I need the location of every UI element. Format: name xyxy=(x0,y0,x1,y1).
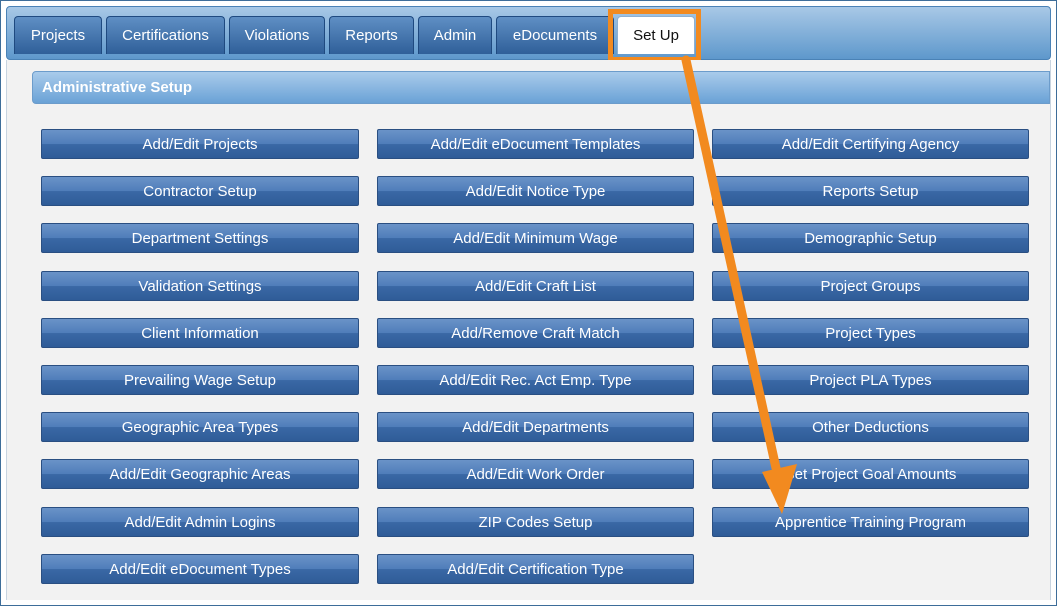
setup-tab-highlight-box xyxy=(608,9,701,62)
demographic-setup-button[interactable]: Demographic Setup xyxy=(712,223,1029,253)
tab-certifications[interactable]: Certifications xyxy=(106,16,225,54)
other-deductions-button[interactable]: Other Deductions xyxy=(712,412,1029,442)
tab-admin[interactable]: Admin xyxy=(418,16,492,54)
tab-violations[interactable]: Violations xyxy=(229,16,325,54)
section-header: Administrative Setup xyxy=(32,71,1050,104)
add-remove-craft-match-button[interactable]: Add/Remove Craft Match xyxy=(377,318,694,348)
add-edit-minimum-wage-button[interactable]: Add/Edit Minimum Wage xyxy=(377,223,694,253)
set-project-goal-amounts-button[interactable]: Set Project Goal Amounts xyxy=(712,459,1029,489)
project-groups-button[interactable]: Project Groups xyxy=(712,271,1029,301)
add-edit-admin-logins-button[interactable]: Add/Edit Admin Logins xyxy=(41,507,359,537)
tab-reports[interactable]: Reports xyxy=(329,16,414,54)
section-title: Administrative Setup xyxy=(42,79,193,96)
project-types-button[interactable]: Project Types xyxy=(712,318,1029,348)
add-edit-edocument-types-button[interactable]: Add/Edit eDocument Types xyxy=(41,554,359,584)
add-edit-edocument-templates-button[interactable]: Add/Edit eDocument Templates xyxy=(377,129,694,159)
add-edit-departments-button[interactable]: Add/Edit Departments xyxy=(377,412,694,442)
contractor-setup-button[interactable]: Contractor Setup xyxy=(41,176,359,206)
prevailing-wage-setup-button[interactable]: Prevailing Wage Setup xyxy=(41,365,359,395)
apprentice-training-program-button[interactable]: Apprentice Training Program xyxy=(712,507,1029,537)
tab-edocuments[interactable]: eDocuments xyxy=(496,16,614,54)
add-edit-certification-type-button[interactable]: Add/Edit Certification Type xyxy=(377,554,694,584)
tab-projects[interactable]: Projects xyxy=(14,16,102,54)
add-edit-notice-type-button[interactable]: Add/Edit Notice Type xyxy=(377,176,694,206)
validation-settings-button[interactable]: Validation Settings xyxy=(41,271,359,301)
department-settings-button[interactable]: Department Settings xyxy=(41,223,359,253)
project-pla-types-button[interactable]: Project PLA Types xyxy=(712,365,1029,395)
reports-setup-button[interactable]: Reports Setup xyxy=(712,176,1029,206)
geographic-area-types-button[interactable]: Geographic Area Types xyxy=(41,412,359,442)
add-edit-projects-button[interactable]: Add/Edit Projects xyxy=(41,129,359,159)
add-edit-rec-act-emp-type-button[interactable]: Add/Edit Rec. Act Emp. Type xyxy=(377,365,694,395)
client-information-button[interactable]: Client Information xyxy=(41,318,359,348)
add-edit-geographic-areas-button[interactable]: Add/Edit Geographic Areas xyxy=(41,459,359,489)
add-edit-work-order-button[interactable]: Add/Edit Work Order xyxy=(377,459,694,489)
add-edit-craft-list-button[interactable]: Add/Edit Craft List xyxy=(377,271,694,301)
zip-codes-setup-button[interactable]: ZIP Codes Setup xyxy=(377,507,694,537)
add-edit-certifying-agency-button[interactable]: Add/Edit Certifying Agency xyxy=(712,129,1029,159)
